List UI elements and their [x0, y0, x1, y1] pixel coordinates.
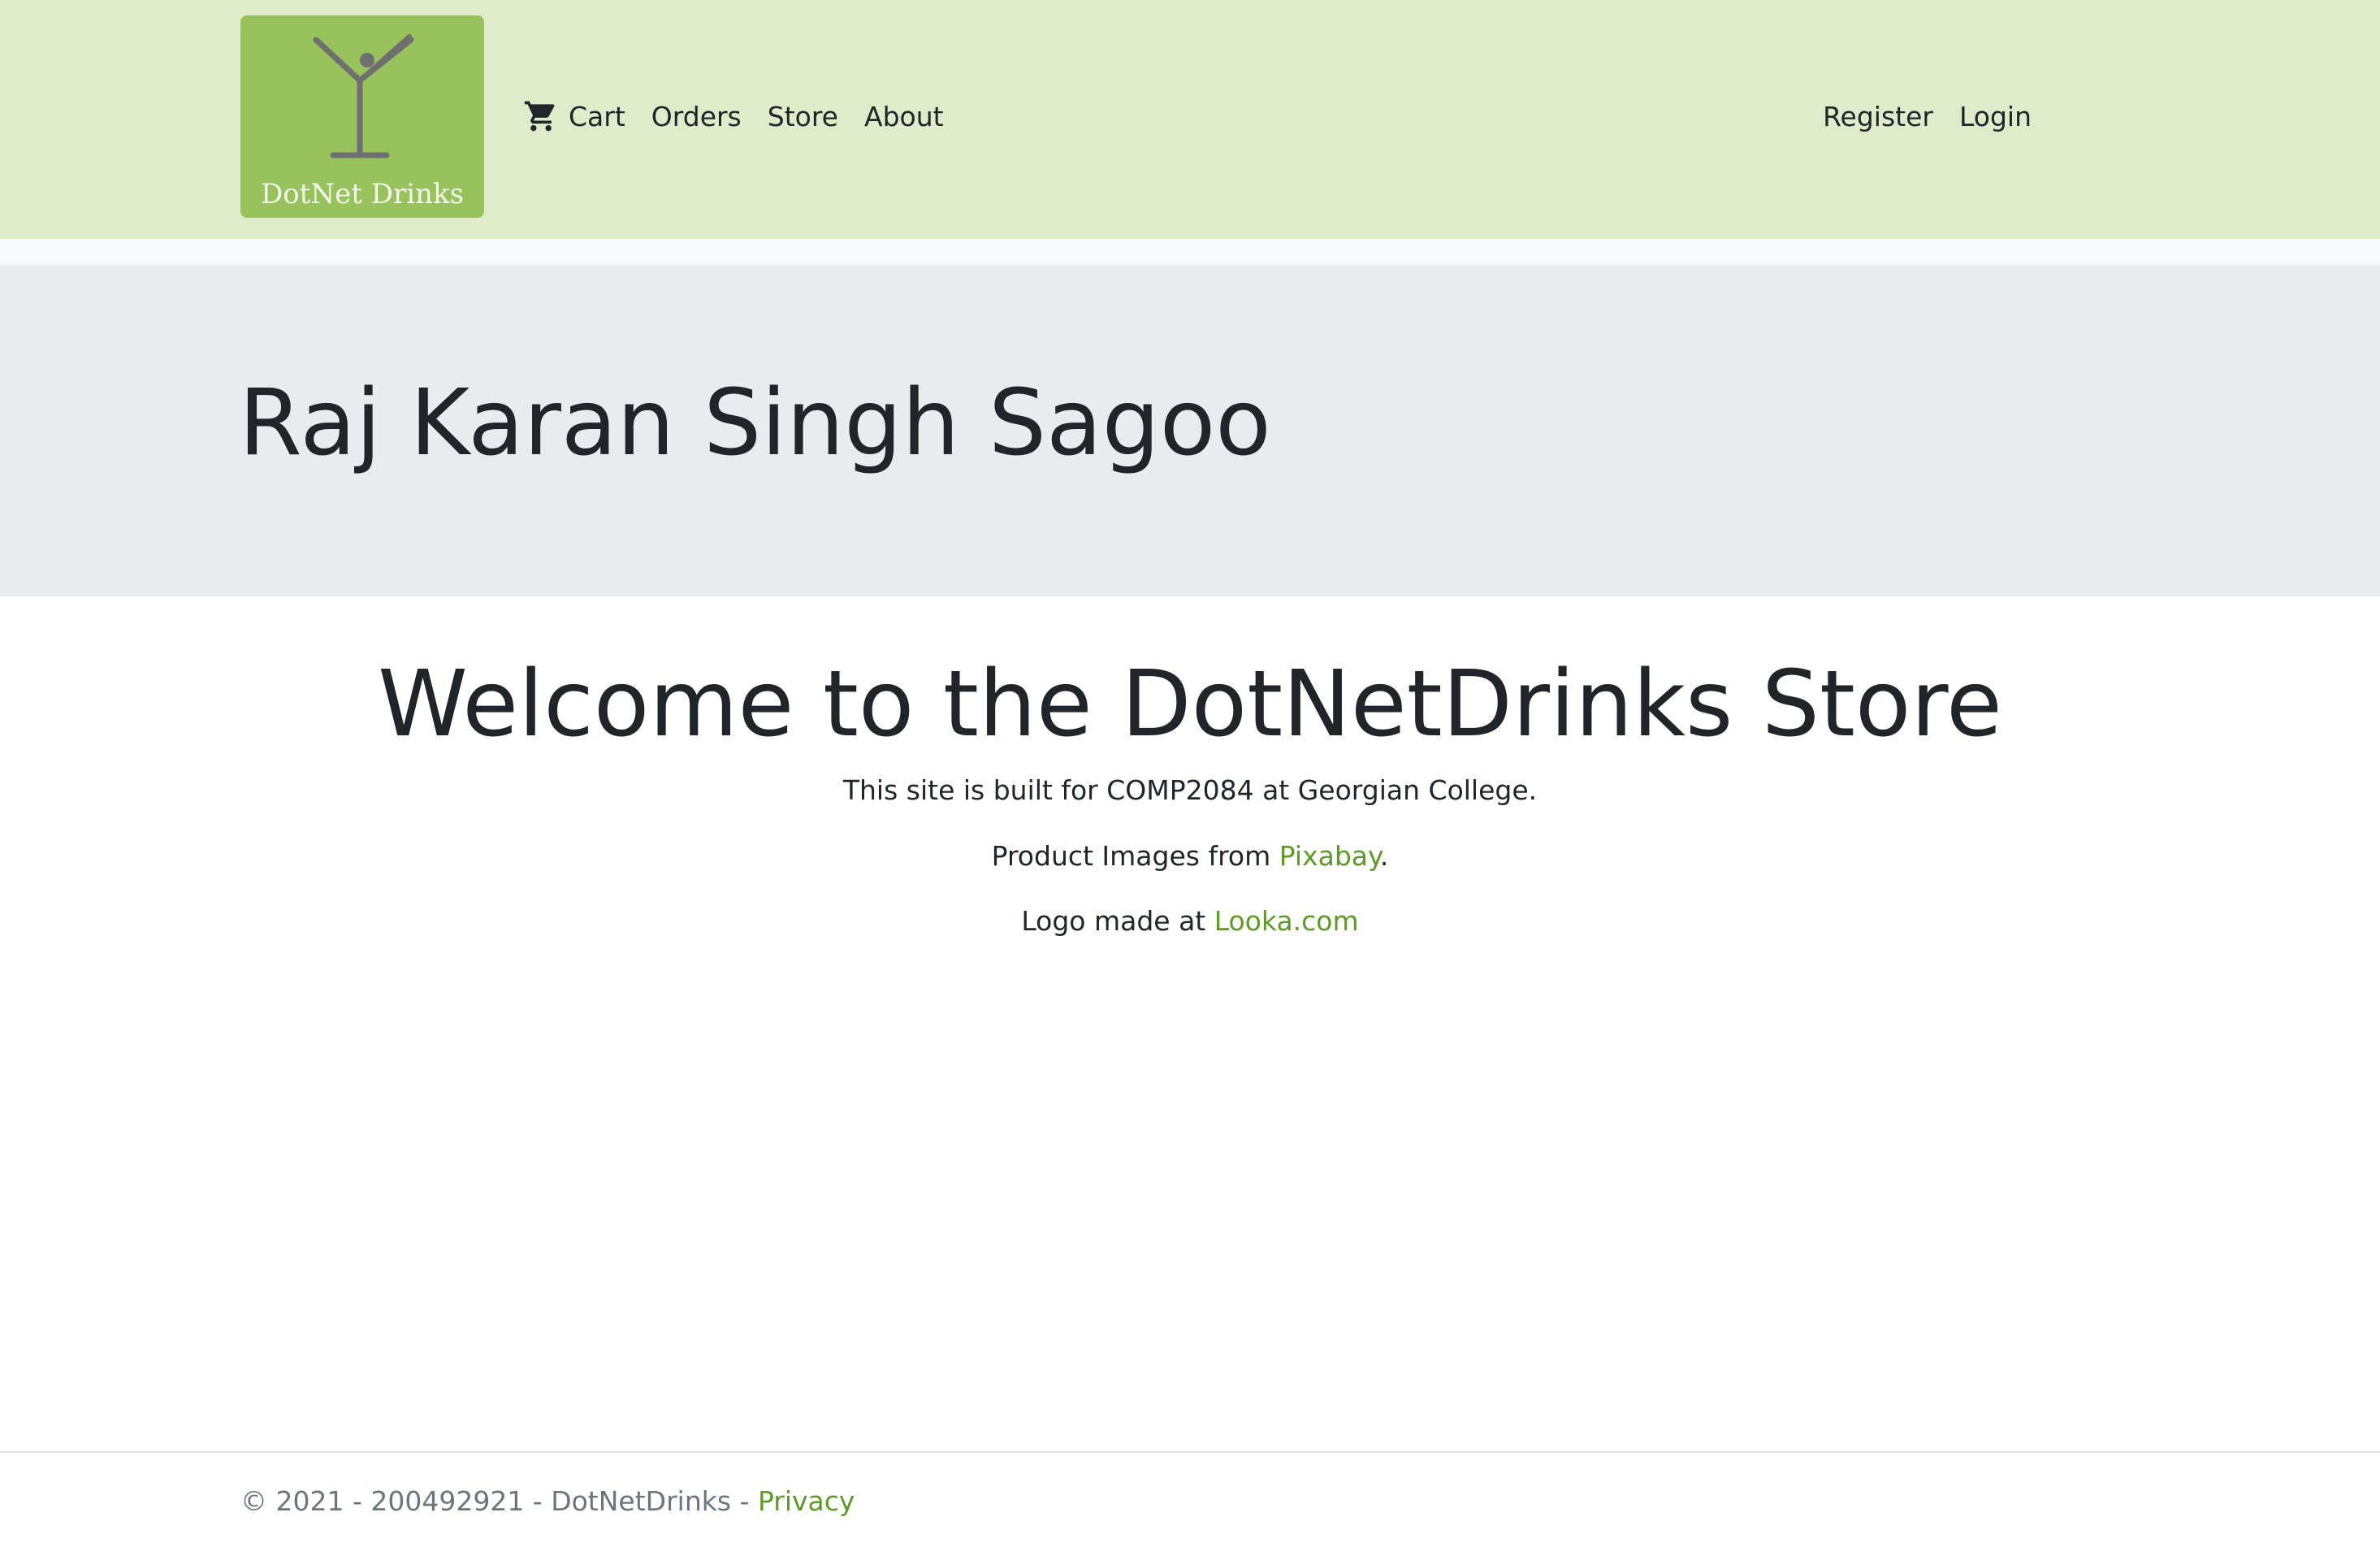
nav-right: Register Login [1797, 94, 2032, 138]
logo-credit-label: Logo made at [1021, 905, 1214, 938]
copyright-text: © 2021 - 200492921 - DotNetDrinks - [240, 1485, 758, 1517]
product-images-label: Product Images from [991, 839, 1279, 872]
main-content: Welcome to the DotNetDrinks Store This s… [0, 596, 2380, 942]
nav-orders-link[interactable]: Orders [651, 101, 742, 132]
navbar-divider [0, 239, 2380, 265]
product-images-credit: Product Images from Pixabay. [0, 836, 2380, 877]
course-info-text: This site is built for COMP2084 at Georg… [842, 774, 1538, 807]
looka-link[interactable]: Looka.com [1214, 905, 1359, 937]
footer: © 2021 - 200492921 - DotNetDrinks - Priv… [0, 1451, 2380, 1547]
cart-icon [524, 101, 555, 132]
jumbotron: Raj Karan Singh Sagoo [0, 265, 2380, 596]
navbar: DotNet Drinks Cart Orders Store About Re… [0, 0, 2380, 239]
martini-glass-icon [313, 34, 414, 158]
nav-about-link[interactable]: About [864, 101, 944, 132]
logo-credit: Logo made at Looka.com [0, 901, 2380, 942]
product-images-period: . [1379, 839, 1389, 872]
nav-login-link[interactable]: Login [1959, 101, 2032, 132]
nav-cart-link[interactable]: Cart [523, 98, 625, 134]
footer-text: © 2021 - 200492921 - DotNetDrinks - Priv… [240, 1485, 855, 1517]
nav-store-link[interactable]: Store [768, 101, 838, 132]
brand-logo[interactable]: DotNet Drinks [240, 15, 484, 218]
welcome-heading: Welcome to the DotNetDrinks Store [378, 652, 2002, 757]
nav-left: Cart Orders Store About [523, 94, 970, 138]
jumbotron-title: Raj Karan Singh Sagoo [239, 370, 1271, 476]
nav-cart-label: Cart [569, 100, 625, 132]
pixabay-link[interactable]: Pixabay [1279, 840, 1380, 872]
privacy-link[interactable]: Privacy [758, 1485, 855, 1517]
logo-text: DotNet Drinks [260, 178, 465, 210]
nav-register-link[interactable]: Register [1823, 101, 1933, 132]
